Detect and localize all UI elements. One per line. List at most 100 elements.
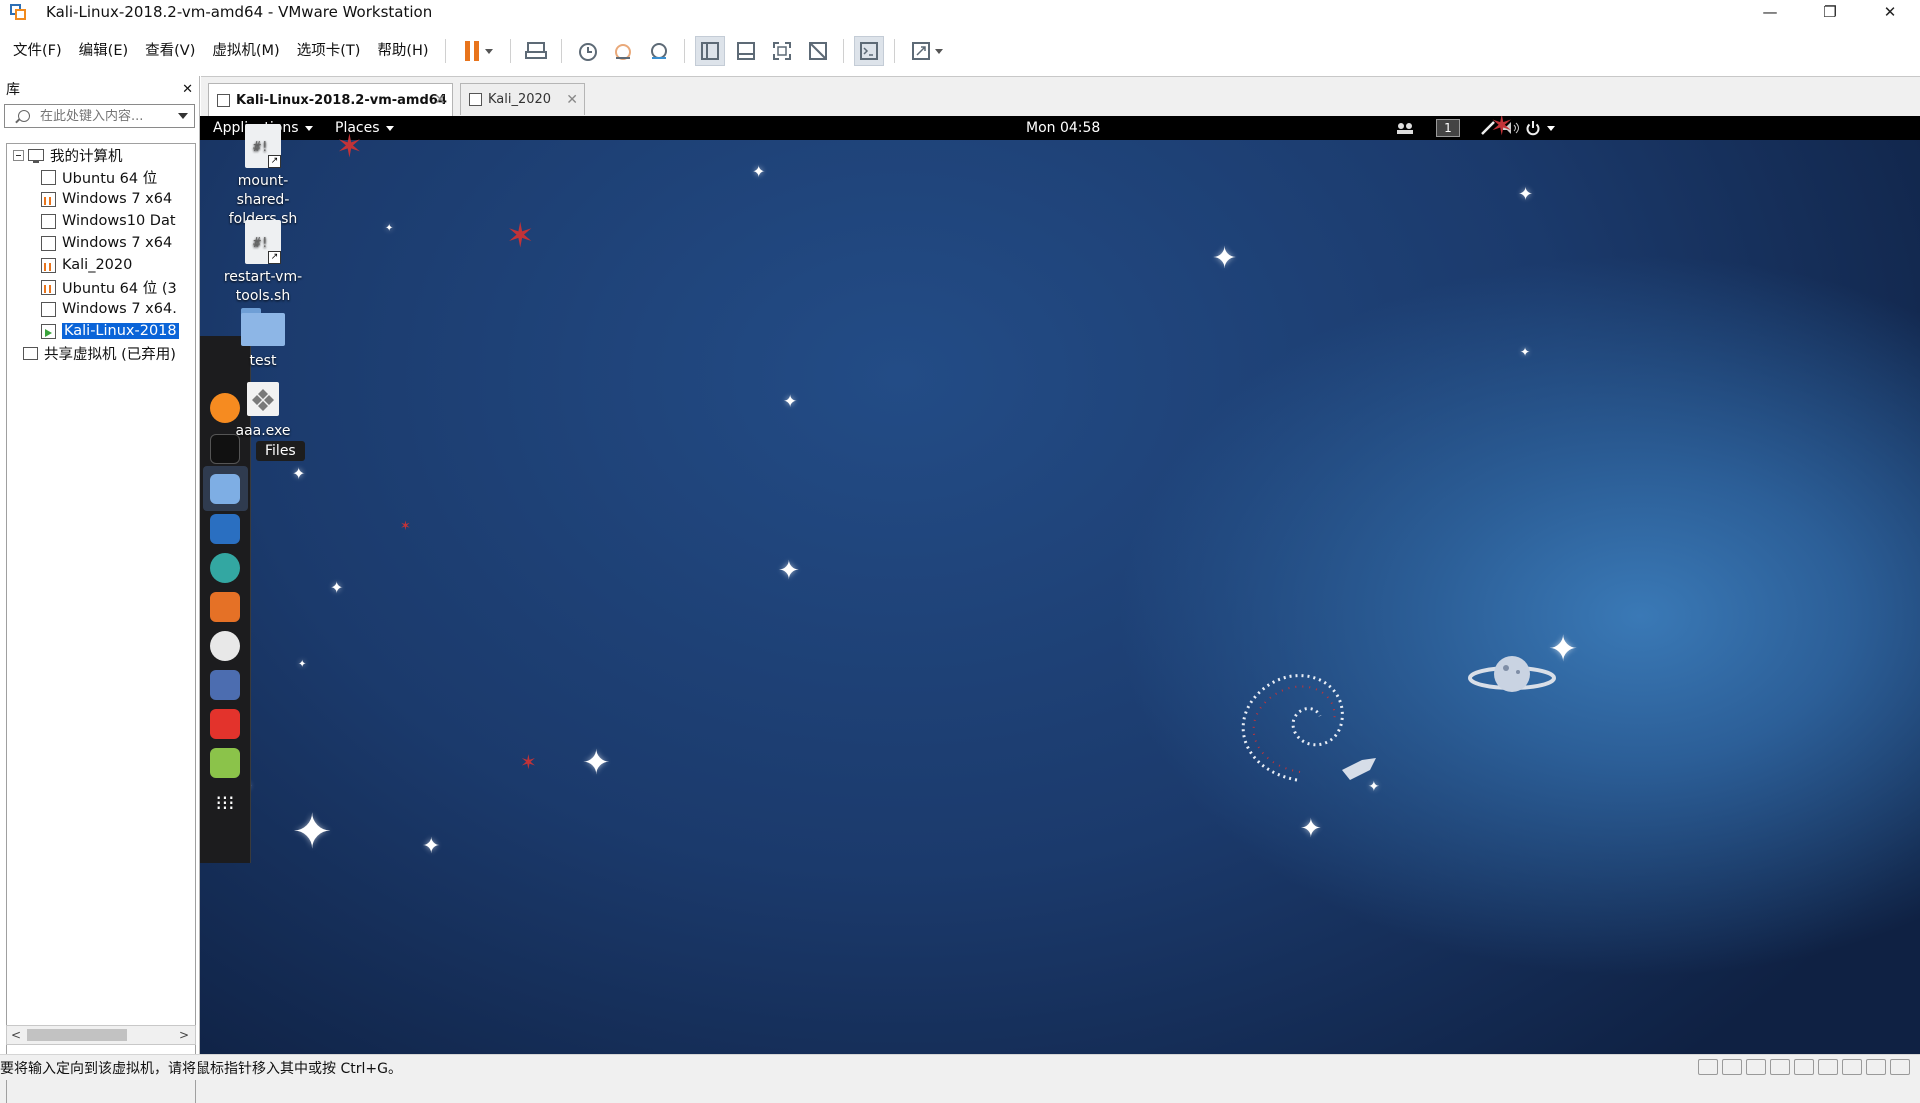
menu-vm[interactable]: 虚拟机(M) <box>204 36 288 66</box>
full-screen-icon <box>772 42 791 60</box>
tree-item-my-computer[interactable]: 我的计算机 <box>7 144 195 166</box>
power-icon[interactable] <box>1525 116 1555 140</box>
toolbar-separator <box>560 39 562 63</box>
desktop-icon-aaa-exe[interactable]: aaa.exe <box>218 382 308 441</box>
scroll-right-icon[interactable]: > <box>179 1028 189 1042</box>
vm-suspended-icon <box>41 279 56 295</box>
faraday-icon[interactable] <box>210 709 240 739</box>
printer-icon[interactable] <box>1818 1059 1838 1075</box>
tree-item-vm-selected[interactable]: Kali-Linux-2018 <box>7 320 195 342</box>
close-tab-icon[interactable]: ✕ <box>434 92 446 108</box>
maltego-icon[interactable] <box>210 631 240 661</box>
vm-icon <box>41 301 56 317</box>
keyboard-icon <box>524 42 547 59</box>
star-decoration: ✦ <box>783 392 798 412</box>
workspace-indicator[interactable]: 1 <box>1436 116 1460 140</box>
scroll-left-icon[interactable]: < <box>11 1028 21 1042</box>
tree-item-vm[interactable]: Windows 7 x64 <box>7 188 195 210</box>
tree-item-vm[interactable]: Windows 7 x64. <box>7 298 195 320</box>
stretch-guest-button[interactable] <box>905 36 949 66</box>
collapse-icon[interactable] <box>13 149 24 161</box>
star-decoration: ✶ <box>336 127 363 165</box>
cd-dvd-icon[interactable] <box>1722 1059 1742 1075</box>
menu-help[interactable]: 帮助(H) <box>369 36 437 66</box>
desktop-icon-mount-shared-folders[interactable]: #! ↗ mount- shared- folders.sh <box>218 124 308 229</box>
usb-controller-icon[interactable] <box>1770 1059 1790 1075</box>
unity-mode-button[interactable] <box>803 36 833 66</box>
files-icon[interactable] <box>210 474 240 504</box>
show-library-button[interactable] <box>694 36 725 66</box>
tree-item-shared-vms[interactable]: 共享虚拟机 (已弃用) <box>7 342 195 364</box>
sound-card-icon[interactable] <box>1794 1059 1814 1075</box>
menu-view[interactable]: 查看(V) <box>137 36 204 66</box>
send-ctrl-alt-del-button[interactable] <box>521 36 551 66</box>
restore-button[interactable]: ❐ <box>1800 0 1860 24</box>
library-search-input[interactable] <box>40 108 160 124</box>
menu-file[interactable]: 文件(F) <box>5 36 71 66</box>
tree-item-vm[interactable]: Ubuntu 64 位 <box>7 166 195 188</box>
toolbar-separator <box>509 39 511 63</box>
vm-suspended-icon <box>41 257 56 273</box>
shared-vms-icon <box>23 346 38 360</box>
library-search[interactable] <box>4 104 195 128</box>
tree-item-vm[interactable]: Kali_2020 <box>7 254 195 276</box>
full-screen-button[interactable] <box>767 36 797 66</box>
menu-edit[interactable]: 编辑(E) <box>71 36 137 66</box>
metasploit-icon[interactable] <box>210 514 240 544</box>
revert-snapshot-button[interactable] <box>608 36 638 66</box>
pause-vm-button[interactable] <box>456 36 500 66</box>
close-library-button[interactable]: ✕ <box>182 82 193 97</box>
burpsuite-icon[interactable] <box>210 592 240 622</box>
status-message: 要将输入定向到该虚拟机，请将鼠标指针移入其中或按 Ctrl+G。 <box>0 1060 402 1077</box>
network-users-icon[interactable] <box>1396 116 1414 140</box>
camera-icon[interactable] <box>1866 1059 1886 1075</box>
horizontal-scrollbar[interactable]: < > <box>6 1025 196 1045</box>
tree-item-vm[interactable]: Windows10 Dat <box>7 210 195 232</box>
toolbar-separator <box>444 39 446 63</box>
toolbar-separator <box>683 39 685 63</box>
pause-icon <box>464 41 470 61</box>
snapshot-clock-icon <box>578 43 597 61</box>
hard-disk-icon[interactable] <box>1698 1059 1718 1075</box>
chevron-down-icon[interactable] <box>178 113 188 119</box>
network-adapter-icon[interactable] <box>1746 1059 1766 1075</box>
star-decoration: ✦ <box>582 743 611 783</box>
executable-file-icon <box>247 382 279 416</box>
vm-suspended-icon <box>41 191 56 207</box>
display-icon[interactable] <box>1842 1059 1862 1075</box>
snapshot-manager-icon <box>650 43 667 59</box>
clock[interactable]: Mon 04:58 <box>1026 116 1100 140</box>
notes-icon[interactable] <box>210 748 240 778</box>
scrollbar-thumb[interactable] <box>27 1029 127 1041</box>
guest-desktop[interactable]: Applications Places Mon 04:58 1 <box>200 116 1920 1054</box>
vm-icon <box>41 213 56 229</box>
vmware-logo-icon <box>8 2 28 22</box>
star-decoration: ✦ <box>330 578 344 597</box>
show-thumbnail-bar-button[interactable] <box>731 36 761 66</box>
vm-running-icon <box>41 323 56 339</box>
star-decoration: ✦ <box>422 834 441 859</box>
message-log-icon[interactable] <box>1890 1059 1910 1075</box>
chevron-down-icon <box>484 48 493 54</box>
minimize-button[interactable]: — <box>1740 0 1800 24</box>
tree-item-vm[interactable]: Windows 7 x64 <box>7 232 195 254</box>
snapshot-manager-button[interactable] <box>644 36 674 66</box>
tab-kali-linux-2018[interactable]: Kali-Linux-2018.2-vm-amd64 ✕ <box>208 83 453 117</box>
desktop-icon-restart-vm-tools[interactable]: #! ↗ restart-vm- tools.sh <box>218 220 308 306</box>
tab-kali-2020[interactable]: Kali_2020 ✕ <box>460 83 585 115</box>
show-apps-icon[interactable]: ⁝⁝⁝ <box>210 788 240 818</box>
snapshot-button[interactable] <box>572 36 602 66</box>
star-decoration: ✦ <box>385 223 394 234</box>
close-window-button[interactable]: ✕ <box>1860 0 1920 24</box>
close-tab-icon[interactable]: ✕ <box>566 92 578 108</box>
menu-tabs[interactable]: 选项卡(T) <box>289 36 370 66</box>
armitage-icon[interactable] <box>210 553 240 583</box>
console-view-button[interactable] <box>853 36 884 66</box>
beef-icon[interactable] <box>210 670 240 700</box>
menu-toolbar: 文件(F) 编辑(E) 查看(V) 虚拟机(M) 选项卡(T) 帮助(H) <box>0 34 1920 68</box>
star-decoration: ✦ <box>1520 345 1531 359</box>
toolbar-separator <box>842 39 844 63</box>
tree-item-vm[interactable]: Ubuntu 64 位 (3 <box>7 276 195 298</box>
console-icon <box>859 42 878 60</box>
desktop-icon-test[interactable]: test <box>218 308 308 371</box>
